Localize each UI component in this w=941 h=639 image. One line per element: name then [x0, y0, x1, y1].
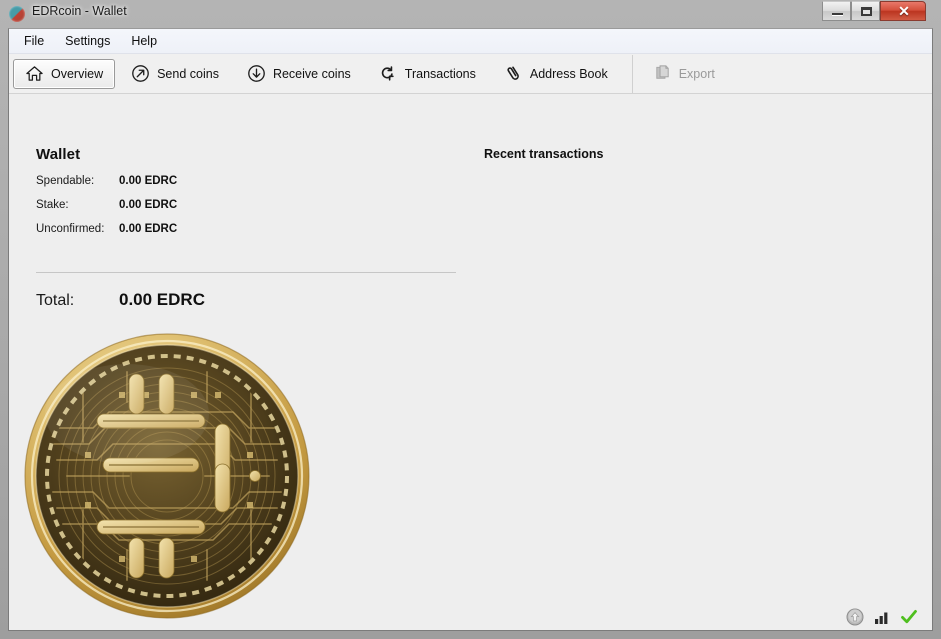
paperclip-icon: [504, 64, 523, 83]
toolbar-button-export[interactable]: Export: [641, 59, 727, 89]
application-window: EDRcoin - Wallet ✕ File Settings Help Ov…: [0, 0, 941, 639]
green-check-icon[interactable]: [900, 608, 918, 626]
toolbar-button-transactions[interactable]: Transactions: [367, 59, 488, 89]
toolbar-button-receive-coins[interactable]: Receive coins: [235, 59, 363, 89]
toolbar-label-transactions: Transactions: [404, 66, 476, 81]
status-bar: [9, 603, 932, 630]
wallet-total-row: Total: 0.00 EDRC: [36, 290, 205, 310]
balance-row-spendable: Spendable: 0.00 EDRC: [36, 175, 466, 187]
stake-value: 0.00 EDRC: [119, 199, 178, 211]
toolbar-label-overview: Overview: [51, 66, 104, 81]
minimize-button[interactable]: [822, 1, 851, 21]
edrcoin-coin-image: · P2P · EDRCOIN · ACTUAL DIGITAL REALITY…: [23, 332, 319, 628]
toolbar-button-address-book[interactable]: Address Book: [492, 59, 620, 89]
spendable-label: Spendable:: [36, 175, 95, 187]
toolbar-label-receive-coins: Receive coins: [272, 66, 351, 81]
menu-item-file[interactable]: File: [15, 31, 53, 51]
maximize-icon: [861, 7, 872, 16]
edrcoin-logo-icon: [9, 6, 25, 22]
toolbar-label-export: Export: [678, 66, 715, 81]
close-icon: ✕: [898, 3, 910, 19]
total-value: 0.00 EDRC: [119, 290, 205, 309]
title-bar: EDRcoin - Wallet ✕: [0, 0, 941, 28]
wallet-divider: [36, 272, 456, 273]
home-icon: [25, 64, 44, 83]
toolbar-label-send-coins: Send coins: [157, 66, 219, 81]
toolbar-label-address-book: Address Book: [529, 66, 608, 81]
spendable-value: 0.00 EDRC: [119, 175, 178, 187]
menu-item-help[interactable]: Help: [122, 31, 166, 51]
close-button[interactable]: ✕: [880, 1, 926, 21]
toolbar-separator: [631, 54, 633, 93]
toolbar-button-overview[interactable]: Overview: [13, 58, 116, 89]
maximize-button[interactable]: [851, 1, 880, 21]
main-toolbar: Overview Send coins Receive coins Transa…: [9, 54, 932, 94]
unconfirmed-value: 0.00 EDRC: [119, 223, 178, 235]
total-label: Total:: [36, 292, 75, 309]
sync-up-icon[interactable]: [846, 608, 864, 626]
overview-page: Wallet Spendable: 0.00 EDRC Stake: 0.00 …: [9, 94, 932, 630]
balance-row-unconfirmed: Unconfirmed: 0.00 EDRC: [36, 223, 466, 235]
copy-document-icon: [653, 64, 672, 83]
window-title: EDRcoin - Wallet: [32, 4, 127, 18]
arrow-up-right-circle-icon: [131, 64, 150, 83]
coin-graphic: · P2P · EDRCOIN · ACTUAL DIGITAL REALITY…: [23, 332, 310, 619]
arrow-down-circle-icon: [247, 64, 266, 83]
toolbar-button-send-coins[interactable]: Send coins: [119, 59, 231, 89]
recent-transactions-heading: Recent transactions: [484, 147, 604, 161]
menu-bar: File Settings Help: [9, 29, 932, 54]
signal-bars-icon[interactable]: [873, 608, 891, 626]
cycle-arrows-icon: [379, 64, 398, 83]
menu-item-settings[interactable]: Settings: [56, 31, 119, 51]
wallet-panel: Wallet Spendable: 0.00 EDRC Stake: 0.00 …: [36, 146, 466, 235]
unconfirmed-label: Unconfirmed:: [36, 223, 105, 235]
minimize-icon: [832, 13, 843, 16]
stake-label: Stake:: [36, 199, 69, 211]
wallet-heading: Wallet: [36, 146, 81, 163]
client-area: File Settings Help Overview Send coins R…: [8, 28, 933, 631]
balance-row-stake: Stake: 0.00 EDRC: [36, 199, 466, 211]
